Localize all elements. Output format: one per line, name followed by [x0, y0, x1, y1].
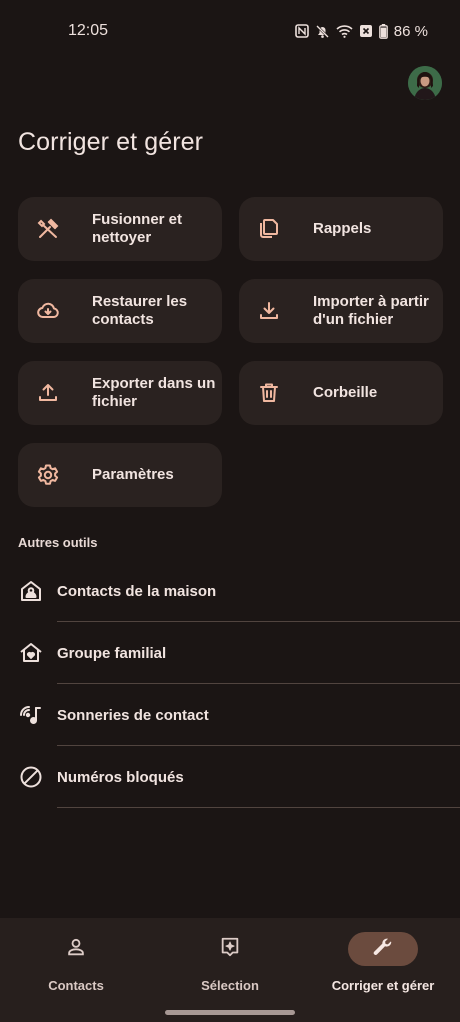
ringtone-icon — [18, 702, 44, 728]
card-import-file[interactable]: Importer à partir d'un fichier — [239, 279, 443, 343]
wrench-icon — [372, 936, 394, 963]
card-label: Corbeille — [313, 384, 378, 401]
download-icon — [257, 299, 281, 323]
card-label: Fusionner et nettoyer — [92, 211, 183, 246]
upload-icon — [36, 381, 60, 405]
mute-icon — [315, 24, 330, 39]
family-home-icon — [18, 640, 44, 666]
list-item-label: Contacts de la maison — [57, 582, 217, 600]
status-icons: 86 % — [294, 22, 428, 40]
battery-icon — [378, 23, 388, 39]
account-avatar[interactable] — [408, 66, 442, 100]
list-item-blocked-numbers[interactable]: Numéros bloqués — [0, 746, 460, 808]
card-label: Importer à partir d'un fichier — [313, 293, 429, 328]
nav-label: Corriger et gérer — [331, 978, 435, 993]
nfc-icon — [294, 24, 309, 38]
nav-label: Contacts — [48, 978, 104, 993]
person-icon — [65, 936, 87, 963]
block-icon — [18, 764, 44, 790]
card-merge-cleanup[interactable]: Fusionner et nettoyer — [18, 197, 222, 261]
card-export-file[interactable]: Exporter dans un fichier — [18, 361, 222, 425]
card-restore-contacts[interactable]: Restaurer les contacts — [18, 279, 222, 343]
card-label: Paramètres — [92, 466, 174, 483]
status-bar: 12:05 86 % — [0, 0, 460, 62]
nav-pill-active — [348, 932, 418, 966]
card-label: Rappels — [313, 220, 372, 237]
page-title: Corriger et gérer — [18, 128, 204, 156]
highlights-icon — [219, 936, 241, 963]
nav-label: Sélection — [201, 978, 259, 993]
nav-tab-fix-manage[interactable]: Corriger et gérer — [308, 932, 458, 993]
home-contact-icon — [18, 578, 44, 604]
bottom-navigation: Contacts Sélection Corriger et gérer — [0, 918, 460, 1022]
status-time: 12:05 — [68, 22, 109, 39]
card-trash[interactable]: Corbeille — [239, 361, 443, 425]
merge-tools-icon — [36, 217, 60, 241]
nav-tab-contacts[interactable]: Contacts — [1, 932, 151, 993]
list-item-home-contacts[interactable]: Contacts de la maison — [0, 560, 460, 622]
card-reminders[interactable]: Rappels — [239, 197, 443, 261]
list-item-label: Numéros bloqués — [57, 768, 184, 786]
nav-pill — [41, 932, 111, 966]
gear-icon — [36, 463, 60, 487]
divider — [57, 807, 460, 808]
nav-tab-highlights[interactable]: Sélection — [155, 932, 305, 993]
card-label: Exporter dans un fichier — [92, 375, 216, 410]
card-settings[interactable]: Paramètres — [18, 443, 222, 507]
trash-icon — [257, 381, 281, 405]
list-item-label: Sonneries de contact — [57, 706, 209, 724]
nav-pill — [195, 932, 265, 966]
copy-icon — [257, 217, 281, 241]
card-label: Restaurer les contacts — [92, 293, 188, 328]
list-item-contact-ringtones[interactable]: Sonneries de contact — [0, 684, 460, 746]
data-saver-icon — [359, 24, 373, 38]
battery-percent: 86 % — [393, 22, 428, 40]
gesture-home-indicator[interactable] — [165, 1010, 295, 1015]
wifi-icon — [336, 24, 353, 38]
list-item-family-group[interactable]: Groupe familial — [0, 622, 460, 684]
list-item-label: Groupe familial — [57, 644, 167, 662]
cloud-download-icon — [36, 299, 60, 323]
section-header-other-tools: Autres outils — [18, 535, 98, 550]
